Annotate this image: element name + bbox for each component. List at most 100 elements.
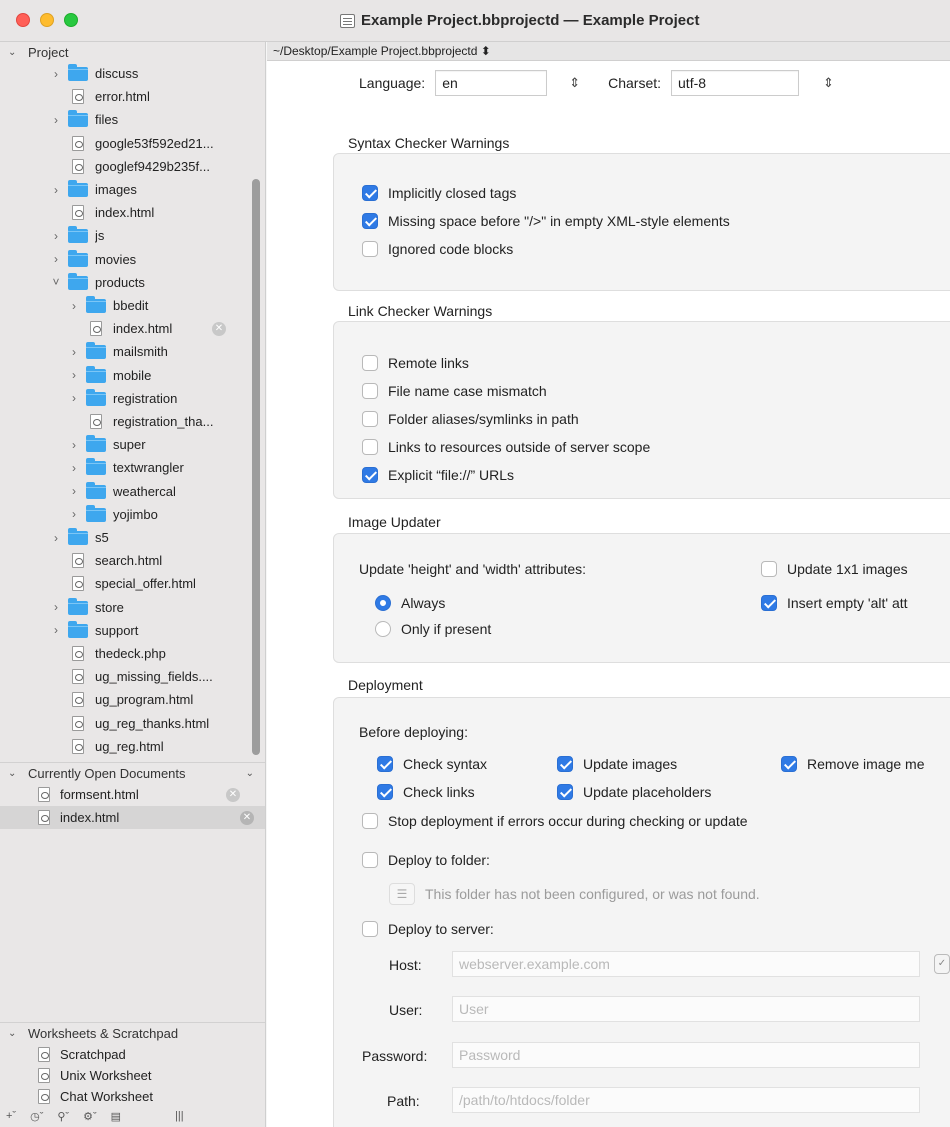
- chevron-right-icon[interactable]: ›: [50, 600, 62, 614]
- clock-menu-icon[interactable]: ◷ˇ: [30, 1110, 43, 1123]
- tree-folder-row[interactable]: › store: [0, 596, 252, 619]
- tree-folder-row[interactable]: › discuss: [0, 62, 252, 85]
- worksheets-section-header[interactable]: ⌄ Worksheets & Scratchpad: [0, 1023, 265, 1043]
- checkbox[interactable]: [362, 241, 378, 257]
- insert-alt-option[interactable]: Insert empty 'alt' att: [761, 595, 908, 611]
- chevron-right-icon[interactable]: ›: [68, 391, 80, 405]
- tree-file-row[interactable]: thedeck.php: [0, 642, 252, 665]
- language-field[interactable]: en: [435, 70, 548, 96]
- tree-file-row[interactable]: googlef9429b235f...: [0, 155, 252, 178]
- add-menu-icon[interactable]: +ˇ: [6, 1110, 16, 1122]
- update-placeholders-option[interactable]: Update placeholders: [557, 784, 711, 800]
- tree-file-row[interactable]: ug_missing_fields....: [0, 665, 252, 688]
- close-document-icon[interactable]: ✕: [240, 810, 254, 825]
- charset-stepper-icon[interactable]: ⇕: [823, 75, 834, 91]
- radio-button[interactable]: [375, 595, 391, 611]
- search-menu-icon[interactable]: ⚲ˇ: [57, 1110, 69, 1123]
- chevron-right-icon[interactable]: ›: [50, 113, 62, 127]
- check-syntax-option[interactable]: Check syntax: [377, 756, 487, 772]
- host-field[interactable]: webserver.example.com: [452, 951, 920, 977]
- radio-only-if-present[interactable]: Only if present: [375, 621, 491, 637]
- action-menu-icon[interactable]: ⚙ˇ: [83, 1110, 97, 1123]
- chevron-down-icon[interactable]: ⌄: [8, 47, 22, 58]
- syntax-option[interactable]: Implicitly closed tags: [362, 185, 516, 201]
- open-doc-item-selected[interactable]: index.html ✕: [0, 806, 265, 829]
- tree-file-row[interactable]: index.html ✕: [0, 317, 252, 340]
- radio-always[interactable]: Always: [375, 595, 445, 611]
- link-option[interactable]: Links to resources outside of server sco…: [362, 439, 650, 455]
- folder-picker-icon[interactable]: ☰: [389, 883, 415, 905]
- tree-folder-row[interactable]: › support: [0, 619, 252, 642]
- checkbox[interactable]: [362, 813, 378, 829]
- link-option[interactable]: File name case mismatch: [362, 383, 547, 399]
- tree-folder-row[interactable]: › yojimbo: [0, 503, 252, 526]
- tree-folder-row[interactable]: › files: [0, 108, 252, 131]
- host-checkmark-icon[interactable]: ✓: [934, 954, 950, 974]
- checkbox[interactable]: [362, 383, 378, 399]
- checkbox[interactable]: [362, 355, 378, 371]
- tree-folder-row[interactable]: › mobile: [0, 364, 252, 387]
- tree-file-row[interactable]: ug_program.html: [0, 688, 252, 711]
- checkbox[interactable]: [557, 756, 573, 772]
- tree-folder-row[interactable]: › bbedit: [0, 294, 252, 317]
- chevron-right-icon[interactable]: ›: [50, 183, 62, 197]
- sidebar-scrollbar[interactable]: [252, 179, 260, 755]
- chevron-right-icon[interactable]: ›: [68, 484, 80, 498]
- minimize-window-button[interactable]: [40, 13, 54, 27]
- tree-folder-row[interactable]: › registration: [0, 387, 252, 410]
- project-section-header[interactable]: ⌄ Project: [0, 42, 265, 62]
- chevron-right-icon[interactable]: ›: [50, 252, 62, 266]
- tree-file-row[interactable]: special_offer.html: [0, 572, 252, 595]
- chevron-down-icon[interactable]: ⌄: [8, 768, 22, 779]
- checkbox[interactable]: [377, 756, 393, 772]
- checkbox[interactable]: [362, 439, 378, 455]
- close-window-button[interactable]: [16, 13, 30, 27]
- checkbox[interactable]: [557, 784, 573, 800]
- deploy-to-folder-option[interactable]: Deploy to folder:: [362, 852, 490, 868]
- tree-folder-row[interactable]: › images: [0, 178, 252, 201]
- chevron-right-icon[interactable]: ›: [68, 299, 80, 313]
- update-images-option[interactable]: Update images: [557, 756, 677, 772]
- tree-file-row[interactable]: ug_reg_thanks.html: [0, 712, 252, 735]
- radio-button[interactable]: [375, 621, 391, 637]
- syntax-option[interactable]: Missing space before "/>" in empty XML-s…: [362, 213, 730, 229]
- checkbox[interactable]: [377, 784, 393, 800]
- chevron-right-icon[interactable]: ›: [50, 229, 62, 243]
- chevron-down-icon[interactable]: ⌄: [8, 1028, 22, 1039]
- worksheet-item[interactable]: Unix Worksheet: [0, 1064, 252, 1087]
- open-doc-item[interactable]: formsent.html ✕: [0, 783, 252, 806]
- checkbox[interactable]: [362, 852, 378, 868]
- chevron-right-icon[interactable]: ›: [68, 438, 80, 452]
- close-document-icon[interactable]: ✕: [226, 787, 240, 802]
- checkbox[interactable]: [362, 467, 378, 483]
- path-bar[interactable]: ~/Desktop/Example Project.bbprojectd ⬍: [267, 42, 950, 61]
- tree-file-row[interactable]: index.html: [0, 201, 252, 224]
- link-option[interactable]: Explicit “file://” URLs: [362, 467, 514, 483]
- open-docs-section-header[interactable]: ⌄ Currently Open Documents ⌄: [0, 763, 265, 783]
- password-field[interactable]: Password: [452, 1042, 920, 1068]
- tree-folder-row[interactable]: › movies: [0, 248, 252, 271]
- chevron-right-icon[interactable]: ›: [68, 368, 80, 382]
- deploy-to-server-option[interactable]: Deploy to server:: [362, 921, 494, 937]
- chevron-right-icon[interactable]: ›: [68, 507, 80, 521]
- tree-folder-row[interactable]: › mailsmith: [0, 340, 252, 363]
- tree-folder-row[interactable]: ˅ products: [0, 271, 252, 294]
- checkbox[interactable]: [761, 595, 777, 611]
- resize-handle-icon[interactable]: |||: [175, 1110, 184, 1122]
- chevron-down-icon[interactable]: ⌄: [246, 768, 254, 779]
- tree-file-row[interactable]: error.html: [0, 85, 252, 108]
- link-option[interactable]: Remote links: [362, 355, 469, 371]
- chevron-right-icon[interactable]: ›: [68, 345, 80, 359]
- tree-file-row[interactable]: search.html: [0, 549, 252, 572]
- tree-file-row[interactable]: google53f592ed21...: [0, 132, 252, 155]
- tree-file-row[interactable]: ug_reg.html: [0, 735, 252, 758]
- chevron-down-icon[interactable]: ˅: [50, 275, 62, 289]
- tree-folder-row[interactable]: › s5: [0, 526, 252, 549]
- checkbox[interactable]: [761, 561, 777, 577]
- chevron-right-icon[interactable]: ›: [50, 531, 62, 545]
- stop-on-errors-option[interactable]: Stop deployment if errors occur during c…: [362, 813, 748, 829]
- chevron-right-icon[interactable]: ›: [68, 461, 80, 475]
- zoom-window-button[interactable]: [64, 13, 78, 27]
- chevron-right-icon[interactable]: ›: [50, 623, 62, 637]
- checkbox[interactable]: [362, 213, 378, 229]
